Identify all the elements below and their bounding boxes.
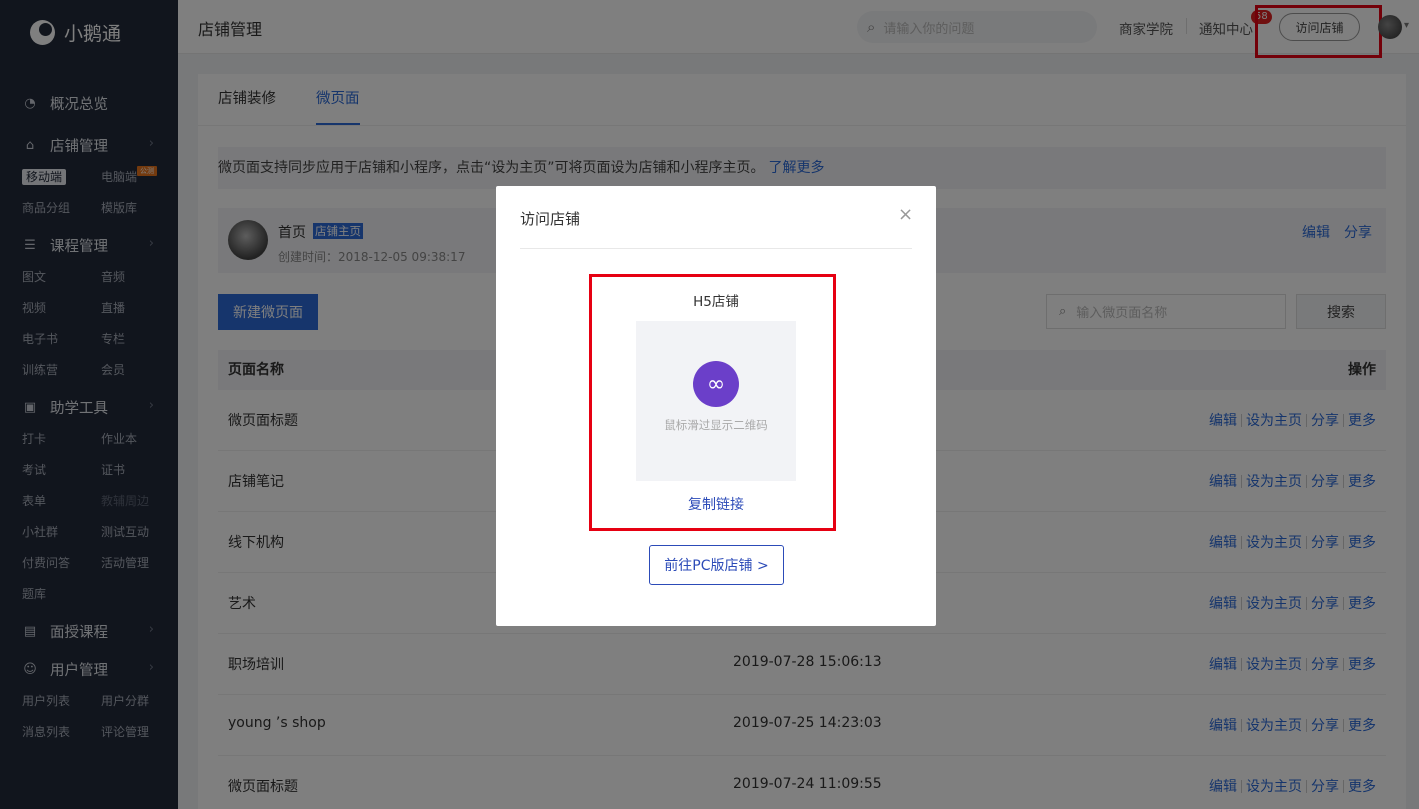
modal-title: 访问店铺 [520, 210, 581, 228]
close-icon[interactable]: × [898, 206, 913, 224]
highlight-box-qr [589, 274, 836, 531]
modal-divider [520, 248, 912, 249]
go-to-pc-store-button[interactable]: 前往PC版店铺 > [649, 545, 784, 585]
visit-store-modal: 访问店铺 × H5店铺 ∞ 鼠标滑过显示二维码 复制链接 前往PC版店铺 > [496, 186, 936, 626]
